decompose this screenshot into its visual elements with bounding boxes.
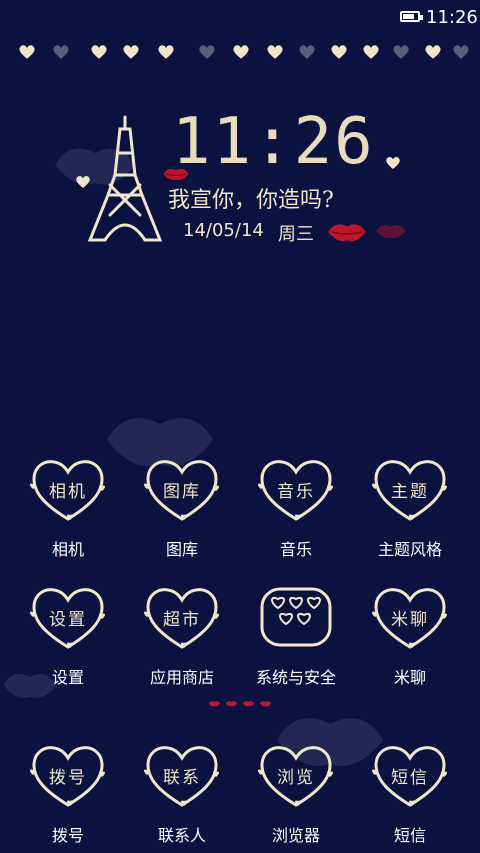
home-screen-grid: 相机 相机 图库 图库 音乐 音乐 主题 主题风格 设置 设置 超市 应用商店 系统与安全 米聊 米聊 拨号拨… xyxy=(0,0,480,853)
page-dot-lips-icon[interactable] xyxy=(225,699,238,708)
app-icon[interactable]: 浏览 xyxy=(258,743,334,807)
page-dot-lips-icon[interactable] xyxy=(208,699,221,708)
app-icon-text: 浏览 xyxy=(277,768,315,788)
app-icon-text: 图库 xyxy=(163,482,201,502)
app-icon[interactable]: 相机 xyxy=(30,457,106,521)
dock-3-app[interactable]: 短信 短信 xyxy=(350,743,470,853)
app-icon-text: 主题 xyxy=(391,482,429,502)
grid-6-app[interactable]: 系统与安全 xyxy=(236,585,356,695)
app-icon[interactable]: 米聊 xyxy=(372,585,448,649)
app-label: 浏览器 xyxy=(271,826,320,845)
app-icon[interactable]: 主题 xyxy=(372,457,448,521)
app-icon-text: 拨号 xyxy=(49,768,87,788)
grid-3-app[interactable]: 主题 主题风格 xyxy=(350,457,470,567)
app-label: 短信 xyxy=(393,826,426,845)
app-label: 主题风格 xyxy=(377,540,442,559)
grid-0-app[interactable]: 相机 相机 xyxy=(8,457,128,567)
app-label: 相机 xyxy=(51,540,84,559)
app-icon[interactable]: 设置 xyxy=(30,585,106,649)
app-label: 图库 xyxy=(165,540,198,559)
grid-5-app[interactable]: 超市 应用商店 xyxy=(122,585,242,695)
page-indicator[interactable] xyxy=(208,699,274,711)
app-icon-text: 米聊 xyxy=(391,610,429,630)
app-icon[interactable]: 联系 xyxy=(144,743,220,807)
dock-1-app[interactable]: 联系 联系人 xyxy=(122,743,242,853)
page-dot-lips-icon[interactable] xyxy=(259,699,272,708)
app-label: 米聊 xyxy=(393,668,426,687)
app-label: 系统与安全 xyxy=(255,668,336,687)
app-label: 设置 xyxy=(51,668,84,687)
app-icon[interactable] xyxy=(258,585,334,649)
app-icon-text: 短信 xyxy=(391,768,429,788)
page-dot-lips-icon[interactable] xyxy=(242,699,255,708)
app-icon[interactable]: 拨号 xyxy=(30,743,106,807)
dock-0-app[interactable]: 拨号 拨号 xyxy=(8,743,128,853)
app-icon[interactable]: 短信 xyxy=(372,743,448,807)
app-icon-text: 超市 xyxy=(163,610,201,630)
grid-4-app[interactable]: 设置 设置 xyxy=(8,585,128,695)
app-label: 拨号 xyxy=(51,826,84,845)
app-icon-text: 联系 xyxy=(163,768,201,788)
app-label: 应用商店 xyxy=(149,668,214,687)
app-icon[interactable]: 图库 xyxy=(144,457,220,521)
dock-2-app[interactable]: 浏览 浏览器 xyxy=(236,743,356,853)
app-icon[interactable]: 超市 xyxy=(144,585,220,649)
grid-7-app[interactable]: 米聊 米聊 xyxy=(350,585,470,695)
app-icon[interactable]: 音乐 xyxy=(258,457,334,521)
grid-2-app[interactable]: 音乐 音乐 xyxy=(236,457,356,567)
shield-heart-icon xyxy=(260,587,332,647)
app-icon-text: 相机 xyxy=(49,482,87,502)
app-label: 联系人 xyxy=(157,826,206,845)
app-icon-text: 音乐 xyxy=(277,482,315,502)
app-icon-text: 设置 xyxy=(49,610,87,630)
app-label: 音乐 xyxy=(279,540,312,559)
grid-1-app[interactable]: 图库 图库 xyxy=(122,457,242,567)
